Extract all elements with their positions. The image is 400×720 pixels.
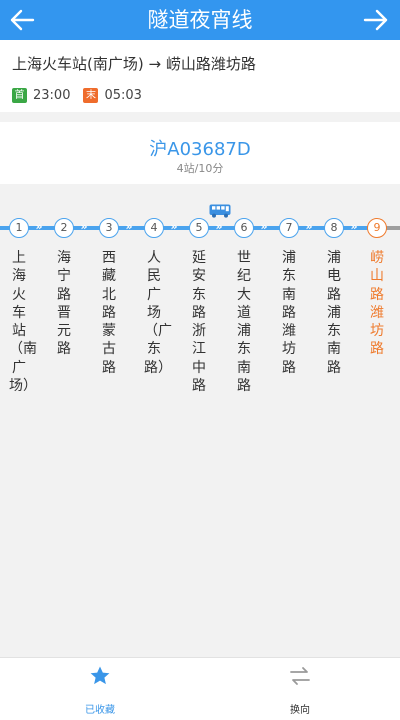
station-number: 5	[189, 218, 209, 238]
arrow-right-icon[interactable]	[362, 7, 390, 33]
page-title: 隧道夜宵线	[147, 8, 253, 32]
direction-chevron-icon: »	[305, 220, 313, 233]
direction-chevron-icon: »	[125, 220, 133, 233]
station-item-destination[interactable]: 9 崂山路潍坊路	[367, 218, 387, 359]
first-bus-time: 23:00	[33, 88, 71, 103]
service-hours: 首 23:00 末 05:03	[12, 88, 142, 103]
station-number: 3	[99, 218, 119, 238]
station-number: 1	[9, 218, 29, 238]
bus-icon	[209, 204, 231, 218]
station-map: » » » » » » » » 1 上海火车站（南广场） 2 海宁路晋元路 3 …	[0, 185, 400, 655]
vehicle-plate: 沪A03687D	[149, 139, 251, 160]
last-bus-badge: 末	[83, 88, 99, 103]
station-number: 8	[324, 218, 344, 238]
station-item[interactable]: 1 上海火车站（南广场）	[9, 218, 37, 395]
station-item[interactable]: 6 世纪大道浦东南路	[234, 218, 254, 395]
route-arrow: →	[148, 55, 162, 73]
station-name: 延安东路浙江中路	[192, 250, 206, 395]
first-bus-badge: 首	[12, 88, 27, 103]
reverse-direction-button[interactable]: 换向	[200, 658, 400, 720]
station-name: 西藏北路蒙古路	[102, 250, 116, 376]
route-endpoints: 上海火车站(南广场) → 崂山路潍坊路	[12, 53, 256, 74]
direction-chevron-icon: »	[170, 220, 178, 233]
station-item[interactable]: 2 海宁路晋元路	[54, 218, 74, 359]
station-name: 浦电路浦东南路	[327, 250, 341, 376]
direction-chevron-icon: »	[260, 220, 268, 233]
station-item[interactable]: 4 人民广场（广东路）	[144, 218, 172, 377]
station-name: 崂山路潍坊路	[370, 250, 384, 358]
vehicle-eta: 4站/10分	[176, 162, 224, 175]
direction-chevron-icon: »	[35, 220, 43, 233]
station-item[interactable]: 7 浦东南路潍坊路	[279, 218, 299, 377]
direction-chevron-icon: »	[80, 220, 88, 233]
station-name: 人民广场（广东路）	[144, 250, 172, 376]
route-info: 上海火车站(南广场) → 崂山路潍坊路 首 23:00 末 05:03	[0, 40, 400, 112]
station-name: 浦东南路潍坊路	[282, 250, 296, 376]
direction-chevron-icon: »	[350, 220, 358, 233]
station-name: 海宁路晋元路	[57, 250, 71, 358]
route-to: 崂山路潍坊路	[165, 55, 256, 73]
reverse-label: 换向	[290, 705, 310, 716]
app-header: 隧道夜宵线	[0, 0, 400, 40]
route-from: 上海火车站(南广场)	[12, 55, 144, 73]
swap-direction-icon	[290, 667, 310, 685]
station-number: 2	[54, 218, 74, 238]
station-number: 9	[367, 218, 387, 238]
favorite-button[interactable]: 已收藏	[0, 658, 200, 720]
station-name: 上海火车站（南广场）	[9, 250, 37, 395]
favorite-label: 已收藏	[85, 705, 115, 716]
bottom-nav: 已收藏 换向	[0, 657, 400, 720]
vehicle-card: 沪A03687D 4站/10分	[0, 122, 400, 184]
station-item[interactable]: 8 浦电路浦东南路	[324, 218, 344, 377]
last-bus-time: 05:03	[104, 88, 142, 103]
station-number: 7	[279, 218, 299, 238]
direction-chevron-icon: »	[215, 220, 223, 233]
station-item[interactable]: 3 西藏北路蒙古路	[99, 218, 119, 377]
station-number: 6	[234, 218, 254, 238]
station-number: 4	[144, 218, 164, 238]
station-item[interactable]: 5 延安东路浙江中路	[189, 218, 209, 395]
star-icon	[90, 666, 110, 685]
station-name: 世纪大道浦东南路	[237, 250, 251, 395]
